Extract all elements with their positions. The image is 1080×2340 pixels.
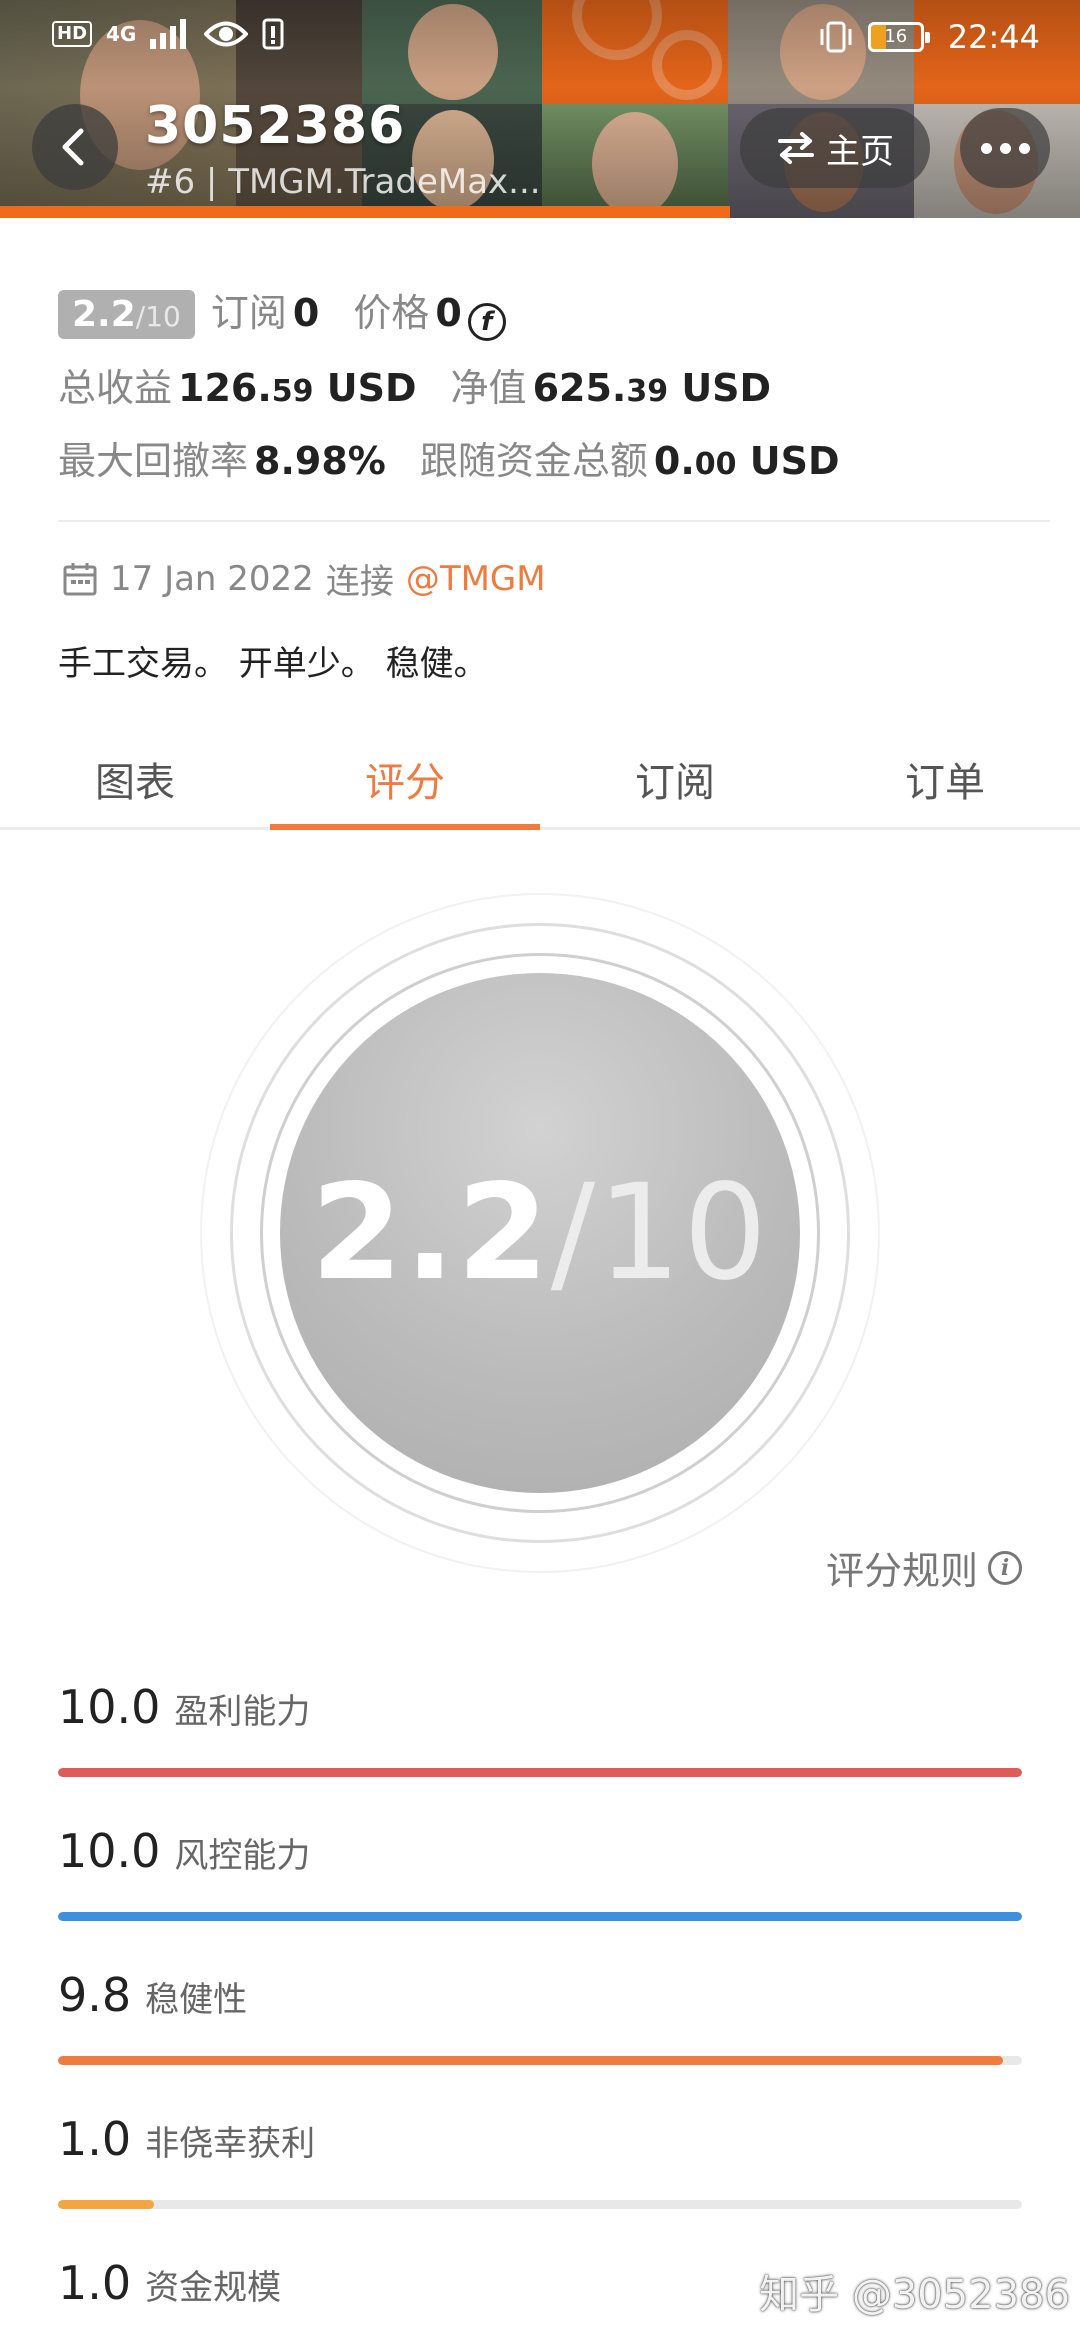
status-bar: HD 4G 16 22:44 [0, 0, 1080, 72]
subscribe-count: 0 [292, 291, 320, 335]
metric-score: 1.0 [58, 2256, 132, 2310]
metric-stability: 9.8 稳健性 [58, 1968, 1022, 2065]
net-value-value: 625.39 USD [532, 366, 772, 410]
net-value-label: 净值 [450, 366, 527, 410]
follow-funds-value: 0.00 USD [653, 439, 840, 483]
tab-subscribe[interactable]: 订阅 [540, 730, 810, 827]
summary-row-2: 总收益 126.59 USD 净值 625.39 USD [58, 357, 1048, 412]
account-summary: 2.2/10 订阅 0 价格 0 f 总收益 126.59 USD 净值 625… [58, 282, 1048, 503]
summary-row-3: 最大回撤率 8.98% 跟随资金总额 0.00 USD [58, 430, 1048, 485]
subscribe-label: 订阅 [210, 291, 287, 335]
price-value: 0 [435, 291, 462, 335]
metric-fill [58, 1768, 1022, 1777]
score-gauge: 2.2/10 [200, 893, 880, 1573]
tab-rating[interactable]: 评分 [270, 730, 540, 830]
metric-risk-control: 10.0 风控能力 [58, 1824, 1022, 1921]
max-drawdown-label: 最大回撤率 [58, 439, 249, 483]
watermark: 知乎 @3052386 [759, 2272, 1070, 2318]
metric-track [58, 1912, 1022, 1921]
tab-orders[interactable]: 订单 [810, 730, 1080, 827]
tab-bar: 图表 评分 订阅 订单 [0, 730, 1080, 830]
metric-score: 10.0 [58, 1680, 161, 1734]
metric-name: 稳健性 [145, 1980, 248, 2020]
metric-fill [58, 1912, 1022, 1921]
metric-track [58, 1768, 1022, 1777]
score-disc: 2.2/10 [280, 973, 800, 1493]
metric-non-luck-profit: 1.0 非侥幸获利 [58, 2112, 1022, 2209]
metric-score: 1.0 [58, 2112, 132, 2166]
follow-funds-label: 跟随资金总额 [419, 439, 648, 483]
metric-score: 9.8 [58, 1968, 132, 2022]
total-profit-value: 126.59 USD [178, 366, 417, 410]
more-dots-icon [980, 142, 992, 154]
metric-fill [58, 2056, 1003, 2065]
total-profit-label: 总收益 [58, 366, 173, 410]
tab-chart[interactable]: 图表 [0, 730, 270, 827]
metric-track [58, 2056, 1022, 2065]
home-button-label: 主页 [826, 131, 894, 172]
metric-name: 风控能力 [174, 1836, 311, 1876]
header-accent-bar [0, 206, 730, 218]
metric-name: 盈利能力 [174, 1692, 311, 1732]
score-badge: 2.2/10 [58, 290, 195, 339]
home-button[interactable]: 主页 [740, 108, 930, 188]
chevron-left-icon [62, 128, 84, 166]
price-label: 价格 [353, 291, 430, 335]
network-label: 4G [106, 22, 137, 46]
metric-score: 10.0 [58, 1824, 161, 1878]
back-button[interactable] [32, 104, 118, 190]
rating-rules-label: 评分规则 [825, 1549, 978, 1593]
calendar-icon [63, 562, 97, 595]
metric-fill [58, 2200, 155, 2209]
coin-icon: f [467, 303, 506, 341]
info-icon: i [988, 1550, 1022, 1585]
broker-link[interactable]: @TMGM [406, 559, 546, 599]
account-subtitle: #6 | TMGM.TradeMax... [145, 162, 541, 202]
max-drawdown-value: 8.98% [254, 439, 386, 483]
more-button[interactable] [960, 108, 1050, 188]
swap-icon [778, 132, 814, 164]
summary-row-1: 2.2/10 订阅 0 价格 0 f [58, 282, 1048, 341]
divider [58, 520, 1050, 522]
battery-icon: 16 [867, 22, 930, 52]
vibrate-icon [820, 21, 852, 53]
sim-alert-icon [262, 18, 284, 50]
connection-date: 17 Jan 2022 [110, 558, 314, 599]
strategy-description: 手工交易。 开单少。 稳健。 [58, 644, 488, 684]
profile-header: HD 4G 16 22:44 3052386 #6 | TMGM.TradeMa… [0, 0, 1080, 218]
rating-rules-link[interactable]: 评分规则 i [826, 1540, 1022, 1595]
metric-track [58, 2200, 1022, 2209]
metric-name: 资金规模 [145, 2268, 282, 2308]
signal-icon [150, 19, 187, 49]
connection-label: 连接 [325, 562, 394, 602]
metric-name: 非侥幸获利 [145, 2124, 316, 2164]
eye-icon [204, 21, 249, 47]
clock: 22:44 [947, 18, 1040, 56]
account-id: 3052386 [145, 96, 406, 156]
metric-profitability: 10.0 盈利能力 [58, 1680, 1022, 1777]
overall-score: 2.2/10 [310, 1156, 770, 1310]
hd-indicator: HD [52, 21, 93, 47]
connection-info: 17 Jan 2022 连接 @TMGM [62, 554, 546, 603]
